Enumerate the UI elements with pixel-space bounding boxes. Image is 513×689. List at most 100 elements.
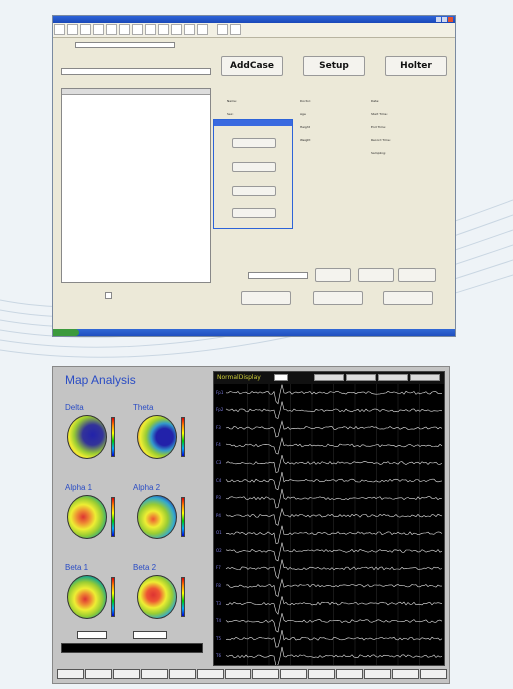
bottom-tab[interactable] [168, 669, 196, 679]
band-label: Beta 2 [133, 563, 157, 572]
bottom-button[interactable] [313, 291, 363, 305]
head-button[interactable] [133, 631, 167, 639]
eeg-trace [225, 420, 443, 438]
channel-label: Fp2 [216, 407, 224, 413]
channel-label: O2 [216, 547, 222, 553]
eeg-title: NormalDisplay [217, 374, 261, 381]
bottom-tab[interactable] [364, 669, 392, 679]
eeg-tab[interactable] [378, 374, 408, 381]
beta1-topomap [67, 575, 107, 619]
dialog-button[interactable] [232, 138, 276, 148]
bottom-tab[interactable] [140, 669, 168, 679]
patient-field-label: Height [300, 125, 310, 129]
bottom-tab[interactable] [280, 669, 308, 679]
eeg-trace-window: NormalDisplay Fp1 Fp2 F3 F4 C3 C4 P3 P4 O1 O2 F7 F8… [213, 371, 445, 666]
lower-button[interactable] [315, 268, 351, 282]
dialog-button[interactable] [232, 162, 276, 172]
toolbar-button[interactable] [106, 24, 117, 35]
patient-field-label: Date: [371, 99, 380, 103]
toolbar-button[interactable] [67, 24, 78, 35]
main-app-screenshot: AddCase Setup Holter Name: Sex: Doctor: … [52, 15, 456, 337]
toolbar-button[interactable] [197, 24, 208, 35]
bottom-tab[interactable] [252, 669, 280, 679]
bottom-tab[interactable] [308, 669, 336, 679]
toolbar-button[interactable] [217, 24, 228, 35]
delta-topomap [67, 415, 107, 459]
start-button[interactable] [53, 329, 79, 336]
bottom-tab[interactable] [196, 669, 224, 679]
band-label: Delta [65, 403, 84, 412]
lower-button[interactable] [398, 268, 436, 282]
patient-field-label: End Time: [371, 125, 387, 129]
case-list[interactable] [61, 88, 211, 283]
eeg-trace [225, 471, 443, 491]
bottom-tab[interactable] [224, 669, 252, 679]
dialog-button[interactable] [232, 186, 276, 196]
channel-label: T3 [216, 600, 221, 606]
eeg-trace [225, 507, 443, 526]
minimize-icon[interactable] [436, 17, 441, 22]
eeg-traces [225, 384, 443, 665]
toolbar-button[interactable] [171, 24, 182, 35]
bottom-button[interactable] [383, 291, 433, 305]
addcase-button[interactable]: AddCase [221, 56, 283, 76]
eeg-trace [225, 630, 443, 648]
toolbar-button[interactable] [145, 24, 156, 35]
eeg-tab[interactable] [314, 374, 344, 381]
band-label: Alpha 2 [133, 483, 161, 492]
channel-label: T6 [216, 653, 221, 659]
map-status-field [61, 643, 203, 653]
patient-field-label: Weight [300, 138, 311, 142]
bottom-tab[interactable] [112, 669, 140, 679]
toolbar-button[interactable] [80, 24, 91, 35]
lower-button[interactable] [358, 268, 394, 282]
eeg-trace [225, 542, 443, 562]
color-scale [111, 417, 115, 457]
toolbar-button[interactable] [184, 24, 195, 35]
eeg-analysis-screenshot: Map Analysis Delta Theta Alpha 1 Alpha 2… [52, 366, 450, 684]
close-icon[interactable] [448, 17, 453, 22]
bottom-tab[interactable] [419, 669, 447, 679]
eeg-trace [225, 613, 443, 633]
toolbar-button[interactable] [54, 24, 65, 35]
eeg-trace [225, 437, 443, 455]
bottom-button[interactable] [241, 291, 291, 305]
toolbar-button[interactable] [93, 24, 104, 35]
window-controls[interactable] [436, 17, 453, 22]
channel-label: Fp1 [216, 389, 224, 395]
dialog-button[interactable] [232, 208, 276, 218]
bottom-tab[interactable] [336, 669, 364, 679]
patient-field-label: Age [300, 112, 306, 116]
toolbar-button[interactable] [132, 24, 143, 35]
bottom-function-bar [57, 669, 447, 679]
eeg-tab[interactable] [410, 374, 440, 381]
theta-topomap [137, 415, 177, 459]
checkbox[interactable] [105, 292, 112, 299]
toolbar-button[interactable] [158, 24, 169, 35]
color-scale [181, 577, 185, 617]
bottom-tab[interactable] [392, 669, 419, 679]
eeg-tab[interactable] [346, 374, 376, 381]
bottom-tab[interactable] [57, 669, 84, 679]
case-select[interactable] [61, 68, 211, 75]
holter-button[interactable]: Holter [385, 56, 447, 76]
setup-button[interactable]: Setup [303, 56, 365, 76]
band-label: Alpha 1 [65, 483, 93, 492]
toolbar-button[interactable] [230, 24, 241, 35]
eeg-trace [225, 525, 443, 544]
channel-label: T5 [216, 635, 221, 641]
maximize-icon[interactable] [442, 17, 447, 22]
toolbar [53, 23, 455, 38]
color-scale [181, 497, 185, 537]
channel-label: T4 [216, 618, 221, 624]
toolbar-button[interactable] [119, 24, 130, 35]
head-button[interactable] [77, 631, 107, 639]
eeg-montage-select[interactable] [274, 374, 288, 381]
eeg-trace [225, 559, 443, 580]
group-select[interactable] [248, 272, 308, 279]
path-field[interactable] [75, 42, 175, 48]
eeg-trace [225, 578, 442, 597]
bottom-tab[interactable] [84, 669, 112, 679]
band-label: Beta 1 [65, 563, 89, 572]
eeg-trace [225, 488, 443, 509]
